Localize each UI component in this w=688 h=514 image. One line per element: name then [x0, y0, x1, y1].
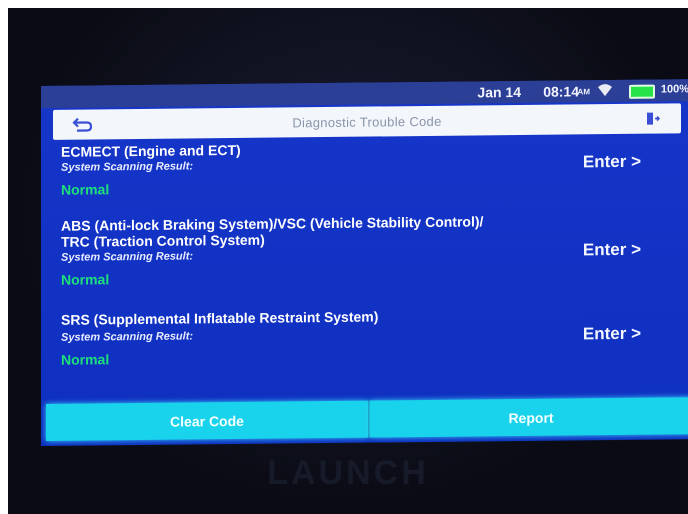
report-button[interactable]: Report: [370, 397, 688, 438]
scan-result-label: System Scanning Result:: [61, 330, 194, 344]
scan-status: Normal: [61, 271, 110, 288]
status-date: Jan 14: [477, 83, 521, 101]
enter-button[interactable]: Enter >: [583, 240, 641, 261]
scan-tool-device: Jan 14 08:14 AM 100% Diagnostic Trouble …: [8, 8, 688, 514]
status-time: 08:14: [543, 83, 579, 100]
page-title: Diagnostic Trouble Code: [292, 113, 442, 131]
button-bar: Clear Code Report: [46, 397, 688, 441]
battery-percent: 100%: [660, 83, 688, 96]
battery-icon: [629, 84, 655, 99]
enter-button[interactable]: Enter >: [583, 324, 641, 345]
list-item: ABS (Anti-lock Braking System)/VSC (Vehi…: [41, 211, 688, 287]
scan-status: Normal: [61, 351, 110, 368]
wifi-icon: [598, 84, 612, 97]
enter-button[interactable]: Enter >: [583, 152, 641, 173]
status-ampm: AM: [577, 87, 590, 97]
clear-code-button[interactable]: Clear Code: [46, 400, 368, 441]
list-item: SRS (Supplemental Inflatable Restraint S…: [41, 305, 688, 367]
scan-status: Normal: [61, 181, 110, 198]
brand-logo: LAUNCH: [267, 454, 429, 492]
title-bar: Diagnostic Trouble Code: [53, 103, 681, 140]
system-name: ECMECT (Engine and ECT): [61, 141, 241, 160]
scan-result-label: System Scanning Result:: [61, 160, 194, 174]
exit-icon[interactable]: [645, 111, 661, 127]
system-name: SRS (Supplemental Inflatable Restraint S…: [61, 308, 379, 328]
scan-result-label: System Scanning Result:: [61, 250, 194, 264]
device-screen: Jan 14 08:14 AM 100% Diagnostic Trouble …: [41, 79, 688, 447]
